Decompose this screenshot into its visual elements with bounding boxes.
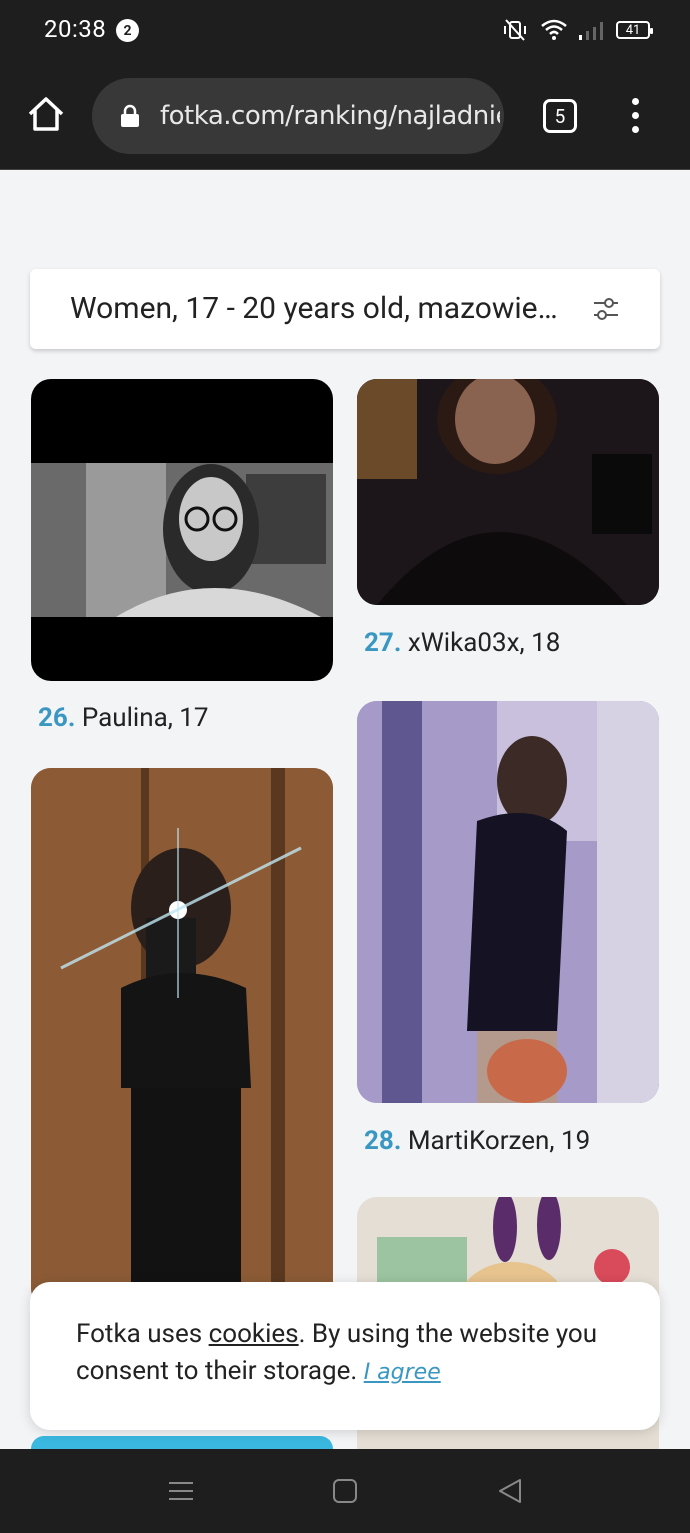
cookies-link[interactable]: cookies — [209, 1319, 299, 1349]
cookie-text-start: Fotka uses — [76, 1319, 209, 1349]
profile-photo[interactable] — [357, 379, 659, 605]
profile-name: Paulina, 17 — [81, 703, 209, 733]
wifi-icon — [541, 19, 567, 40]
url-text: fotka.com/ranking/najladniej — [160, 101, 500, 131]
filter-label: Women, 17 - 20 years old, mazowieckie — [70, 291, 570, 326]
cookie-banner: Fotka uses cookies. By using the website… — [30, 1282, 660, 1430]
battery-icon: 41 — [616, 21, 653, 39]
cookie-message: Fotka uses cookies. By using the website… — [76, 1316, 636, 1391]
status-bar: 20:38 2 41 — [0, 0, 690, 62]
profile-photo[interactable] — [31, 768, 333, 1308]
more-menu-icon[interactable] — [627, 98, 643, 138]
ranking-filter[interactable]: Women, 17 - 20 years old, mazowieckie — [30, 269, 660, 349]
home-nav-icon[interactable] — [331, 1477, 359, 1505]
status-icons: 41 — [500, 18, 653, 42]
profile-rank: 28. — [364, 1126, 402, 1156]
profile-photo[interactable] — [31, 379, 333, 681]
profile-photo[interactable] — [357, 701, 659, 1103]
profile-caption[interactable]: 27. xWika03x, 18 — [364, 628, 560, 658]
system-navigation-bar — [0, 1449, 690, 1533]
tab-switcher-button[interactable]: 5 — [543, 99, 577, 133]
profile-caption[interactable]: 28. MartiKorzen, 19 — [364, 1126, 590, 1156]
filter-sliders-icon[interactable] — [592, 295, 620, 323]
signal-icon — [579, 22, 603, 40]
profile-rank: 27. — [364, 628, 402, 658]
profile-photo[interactable] — [31, 1436, 333, 1449]
back-icon[interactable] — [496, 1477, 524, 1505]
notification-badge: 2 — [116, 19, 139, 42]
lock-icon — [121, 104, 139, 127]
profile-caption[interactable]: 26. Paulina, 17 — [38, 703, 209, 733]
address-bar[interactable]: fotka.com/ranking/najladniej — [92, 78, 504, 154]
profile-name: xWika03x, 18 — [407, 628, 561, 658]
mute-vibrate-icon — [504, 19, 526, 41]
profile-name: MartiKorzen, 19 — [407, 1126, 591, 1156]
agree-link[interactable]: I agree — [364, 1360, 441, 1385]
home-icon[interactable] — [26, 94, 66, 134]
recent-apps-icon[interactable] — [167, 1477, 195, 1505]
profile-rank: 26. — [38, 703, 76, 733]
status-time: 20:38 — [44, 15, 107, 43]
browser-toolbar: fotka.com/ranking/najladniej 5 — [0, 62, 690, 170]
